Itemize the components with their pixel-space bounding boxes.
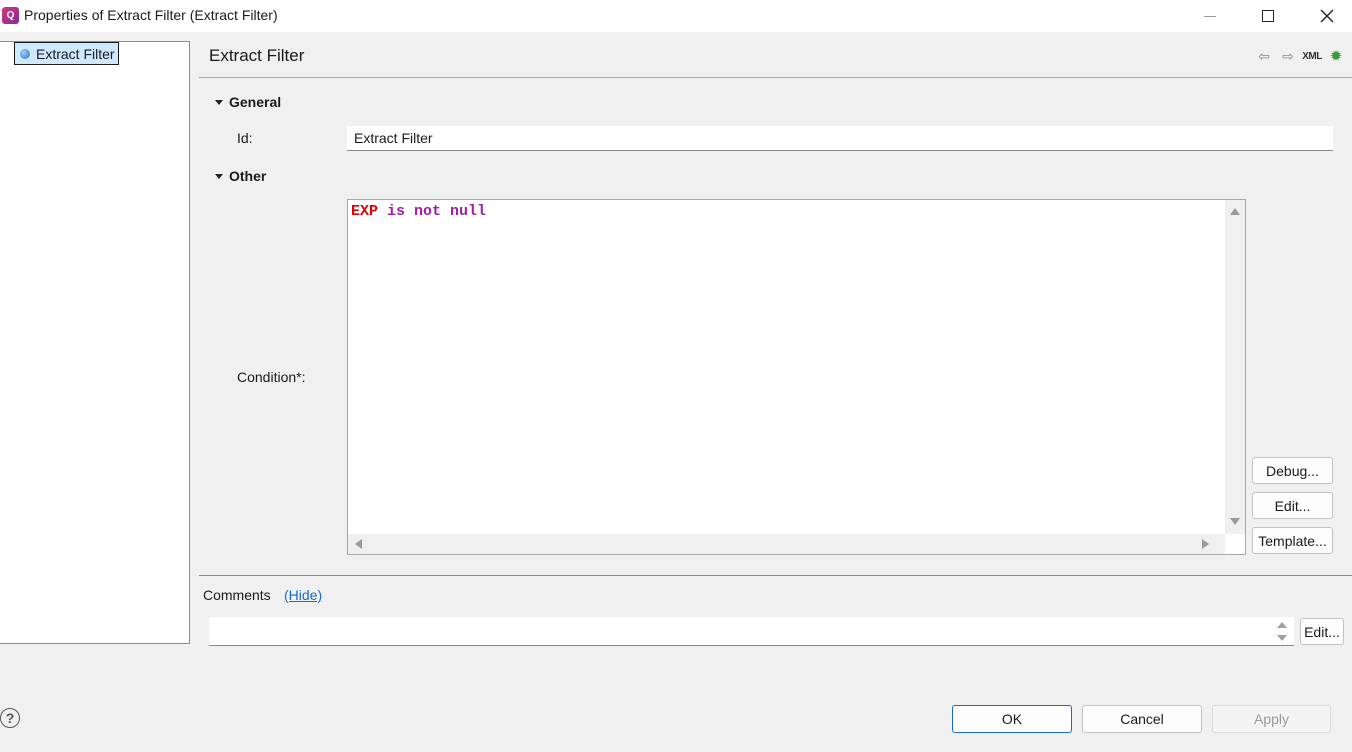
filter-node-icon bbox=[20, 48, 30, 59]
tree-item-extract-filter[interactable]: Extract Filter bbox=[14, 42, 119, 65]
condition-vertical-scrollbar[interactable] bbox=[1225, 200, 1245, 534]
minimize-button[interactable] bbox=[1180, 0, 1240, 32]
minimize-icon bbox=[1204, 15, 1216, 17]
condition-text[interactable]: EXP is not null bbox=[351, 203, 486, 220]
hide-comments-link[interactable]: (Hide) bbox=[284, 587, 322, 603]
id-field[interactable] bbox=[347, 126, 1333, 151]
app-icon: Q bbox=[2, 7, 19, 24]
condition-token-keyword: is not null bbox=[378, 203, 487, 220]
id-label: Id: bbox=[237, 130, 253, 146]
debug-bug-icon[interactable]: ✹ bbox=[1327, 47, 1345, 65]
maximize-icon bbox=[1262, 10, 1274, 22]
help-icon[interactable]: ? bbox=[0, 708, 20, 728]
close-icon bbox=[1320, 9, 1334, 23]
apply-button[interactable]: Apply bbox=[1212, 705, 1331, 733]
forward-arrow-icon[interactable]: ⇨ bbox=[1279, 47, 1297, 65]
section-other-label: Other bbox=[229, 168, 267, 184]
pane-toolbar: ⇦ ⇨ XML ✹ bbox=[1255, 47, 1345, 66]
section-general-label: General bbox=[229, 94, 282, 110]
xml-icon[interactable]: XML bbox=[1302, 47, 1322, 65]
window-title: Properties of Extract Filter (Extract Fi… bbox=[24, 7, 278, 23]
condition-editor[interactable]: EXP is not null bbox=[347, 199, 1246, 555]
comments-divider bbox=[199, 575, 1352, 576]
caret-down-icon bbox=[215, 99, 223, 105]
scroll-right-icon[interactable] bbox=[1202, 539, 1209, 549]
condition-horizontal-scrollbar[interactable] bbox=[348, 534, 1225, 554]
scroll-left-icon[interactable] bbox=[355, 539, 362, 549]
close-button[interactable] bbox=[1297, 0, 1352, 32]
template-button[interactable]: Template... bbox=[1252, 527, 1333, 554]
section-other-toggle[interactable]: Other bbox=[215, 168, 266, 184]
condition-token-variable: EXP bbox=[351, 203, 379, 220]
scroll-down-icon[interactable] bbox=[1230, 518, 1240, 525]
condition-label: Condition*: bbox=[237, 369, 306, 385]
tree-item-label: Extract Filter bbox=[36, 45, 115, 62]
cancel-button[interactable]: Cancel bbox=[1082, 705, 1202, 733]
header-divider bbox=[199, 77, 1352, 78]
section-general-toggle[interactable]: General bbox=[215, 94, 281, 110]
edit-comments-button[interactable]: Edit... bbox=[1300, 618, 1344, 645]
back-arrow-icon[interactable]: ⇦ bbox=[1255, 47, 1273, 65]
caret-down-icon bbox=[215, 173, 223, 179]
debug-button[interactable]: Debug... bbox=[1252, 457, 1333, 484]
ok-button[interactable]: OK bbox=[952, 705, 1072, 733]
edit-condition-button[interactable]: Edit... bbox=[1252, 492, 1333, 519]
pane-title: Extract Filter bbox=[209, 46, 305, 65]
comments-scroll[interactable] bbox=[1276, 620, 1288, 642]
scroll-down-icon[interactable] bbox=[1277, 635, 1287, 641]
scroll-up-icon[interactable] bbox=[1277, 622, 1287, 628]
comments-field[interactable] bbox=[209, 617, 1294, 646]
maximize-button[interactable] bbox=[1238, 0, 1298, 32]
navigation-tree[interactable]: Extract Filter bbox=[0, 41, 190, 644]
title-bar: Q Properties of Extract Filter (Extract … bbox=[0, 0, 1352, 32]
scroll-up-icon[interactable] bbox=[1230, 208, 1240, 215]
comments-label: Comments bbox=[203, 587, 271, 603]
